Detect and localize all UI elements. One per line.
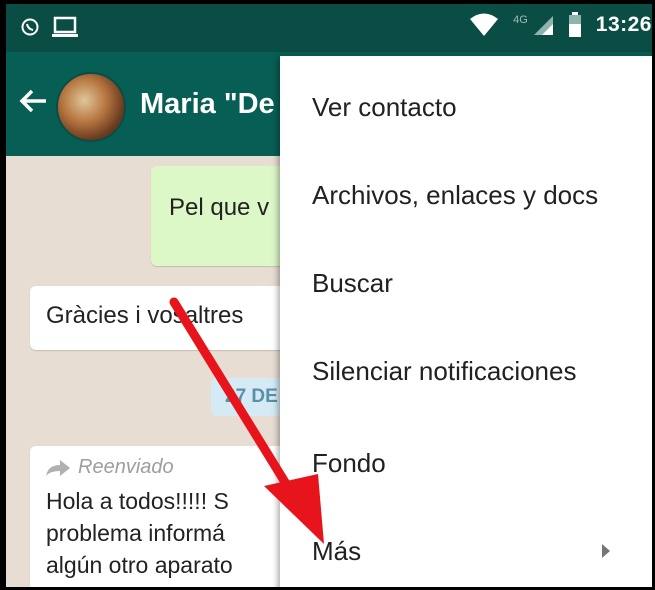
contact-avatar[interactable]	[56, 72, 126, 142]
menu-item-silenciar[interactable]: Silenciar notificaciones	[312, 356, 576, 387]
wifi-icon	[470, 13, 499, 36]
signal-icon	[533, 16, 553, 35]
status-time: 13:26	[595, 13, 652, 36]
back-arrow-icon[interactable]	[14, 82, 52, 120]
status-bar: 4G 13:26	[6, 4, 652, 52]
submenu-arrow-icon	[602, 544, 610, 558]
menu-item-fondo[interactable]: Fondo	[312, 448, 386, 479]
menu-item-mas[interactable]: Más	[312, 536, 361, 567]
incoming-message-text: Gràcies i vosaltres	[46, 302, 244, 329]
whatsapp-icon	[21, 18, 39, 36]
menu-item-archivos[interactable]: Archivos, enlaces y docs	[312, 180, 598, 211]
laptop-icon	[52, 16, 78, 37]
menu-item-ver-contacto[interactable]: Ver contacto	[312, 92, 457, 123]
network-type: 4G	[513, 14, 528, 26]
outgoing-message-text: Pel que v	[169, 194, 270, 221]
contact-name[interactable]: Maria "De	[140, 88, 275, 121]
menu-item-buscar[interactable]: Buscar	[312, 268, 393, 299]
forwarded-label: Reenviado	[78, 456, 174, 478]
overflow-menu: Ver contacto Archivos, enlaces y docs Bu…	[280, 56, 652, 587]
screenshot-frame: 4G 13:26 Maria "De Pel que v Gràcies i v…	[6, 4, 652, 587]
battery-icon	[568, 12, 581, 37]
forward-icon	[46, 459, 70, 476]
